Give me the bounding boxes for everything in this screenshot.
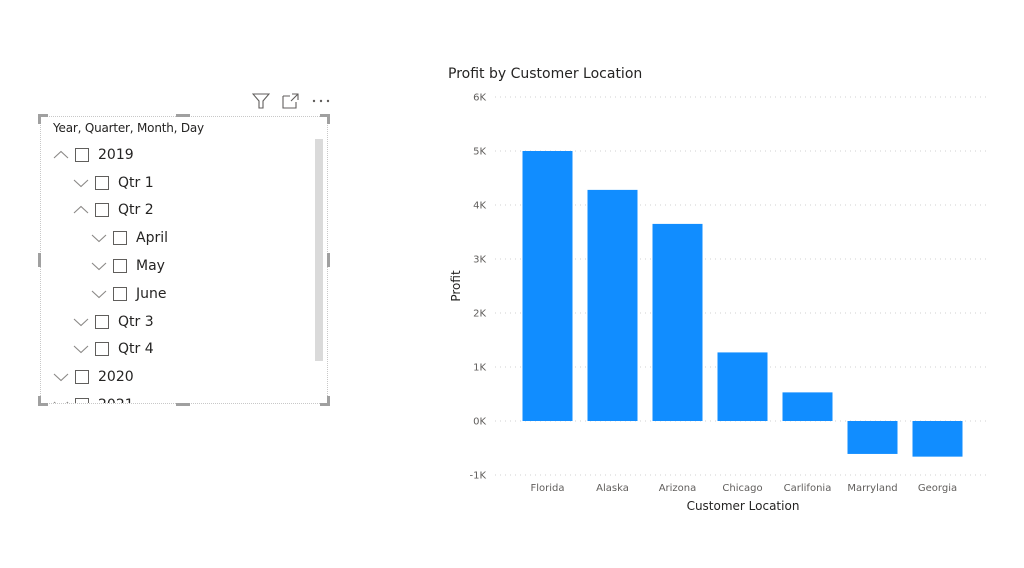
chevron-down-icon[interactable] (91, 230, 107, 246)
bar[interactable] (522, 151, 573, 421)
chevron-down-icon[interactable] (91, 286, 107, 302)
slicer-item-label: Qtr 2 (118, 202, 154, 219)
visual-header (236, 91, 331, 111)
slicer-item-label: May (136, 258, 165, 275)
bar[interactable] (717, 352, 768, 421)
hierarchy-slicer: Year, Quarter, Month, Day 2019 Qtr 1 Qtr 2… (40, 116, 328, 404)
x-tick-label: Marryland (847, 483, 897, 494)
slicer-item-label: 2019 (98, 146, 134, 163)
resize-handle-bottom-left[interactable] (38, 396, 41, 406)
slicer-item-label: April (136, 230, 168, 247)
slicer-item[interactable]: 2020 (41, 363, 311, 391)
y-tick-label: 3K (473, 255, 486, 266)
resize-handle-bottom[interactable] (176, 403, 190, 406)
slicer-item[interactable]: Qtr 4 (41, 336, 311, 364)
resize-handle-top-right[interactable] (327, 114, 330, 124)
slicer-item[interactable]: Qtr 3 (41, 308, 311, 336)
bar[interactable] (587, 189, 638, 421)
y-tick-label: 5K (473, 147, 486, 158)
scrollbar[interactable] (315, 139, 323, 361)
slicer-item-label: 2021 (98, 397, 134, 403)
bar-chart: 6K 5K 4K 3K 2K 1K 0K -1K Florida Alaska Arizona Chi… (449, 93, 990, 513)
more-options-icon[interactable] (311, 92, 331, 110)
slicer-item-label: June (136, 285, 167, 302)
resize-handle-left[interactable] (38, 253, 41, 267)
x-tick-label: Arizona (659, 483, 697, 494)
slicer-item[interactable]: May (41, 252, 311, 280)
checkbox[interactable] (113, 286, 127, 301)
slicer-title: Year, Quarter, Month, Day (53, 121, 204, 135)
slicer-item-label: 2020 (98, 369, 134, 386)
checkbox[interactable] (95, 203, 109, 218)
x-tick-label: Chicago (722, 483, 762, 494)
chevron-down-icon[interactable] (73, 175, 89, 191)
resize-handle-top[interactable] (176, 114, 190, 117)
x-tick-label: Carlifonia (784, 483, 832, 494)
resize-handle-right[interactable] (327, 253, 330, 267)
slicer-item[interactable]: Qtr 2 (41, 197, 311, 225)
checkbox[interactable] (75, 370, 89, 385)
slicer-tree: 2019 Qtr 1 Qtr 2 April May June Qtr 3 Qtr 4 2020… (41, 141, 311, 403)
bar[interactable] (652, 223, 703, 421)
chevron-down-icon[interactable] (91, 258, 107, 274)
chevron-down-icon[interactable] (53, 369, 69, 385)
bar[interactable] (912, 421, 963, 457)
y-tick-label: 1K (473, 363, 486, 374)
bar[interactable] (847, 421, 898, 454)
slicer-item-label: Qtr 4 (118, 341, 154, 358)
x-tick-label: Alaska (596, 483, 629, 494)
y-tick-label: 4K (473, 201, 486, 212)
slicer-item[interactable]: April (41, 224, 311, 252)
y-tick-label: 0K (473, 417, 486, 428)
x-tick-label: Georgia (918, 483, 957, 494)
y-tick-label: 2K (473, 309, 486, 320)
x-axis-title: Customer Location (687, 499, 800, 513)
checkbox[interactable] (113, 259, 127, 274)
y-axis-title: Profit (449, 270, 463, 302)
slicer-item[interactable]: 2019 (41, 141, 311, 169)
slicer-item[interactable]: June (41, 280, 311, 308)
resize-handle-bottom-right[interactable] (327, 396, 330, 406)
resize-handle-top-left[interactable] (38, 114, 41, 124)
checkbox[interactable] (75, 398, 89, 403)
chart-title: Profit by Customer Location (448, 66, 643, 82)
slicer-item-label: Qtr 1 (118, 174, 154, 191)
chevron-down-icon[interactable] (73, 341, 89, 357)
y-tick-label: -1K (469, 471, 486, 482)
checkbox[interactable] (95, 342, 109, 357)
x-tick-label: Florida (530, 483, 564, 494)
filter-icon[interactable] (251, 92, 271, 110)
slicer-item-label: Qtr 3 (118, 313, 154, 330)
y-tick-label: 6K (473, 93, 486, 104)
chevron-down-icon[interactable] (53, 397, 69, 403)
bar[interactable] (782, 392, 833, 421)
checkbox[interactable] (75, 147, 89, 162)
checkbox[interactable] (113, 231, 127, 246)
chevron-up-icon[interactable] (53, 147, 69, 163)
checkbox[interactable] (95, 175, 109, 190)
focus-mode-icon[interactable] (281, 92, 301, 110)
slicer-item[interactable]: Qtr 1 (41, 169, 311, 197)
chevron-down-icon[interactable] (73, 314, 89, 330)
chevron-up-icon[interactable] (73, 202, 89, 218)
checkbox[interactable] (95, 314, 109, 329)
